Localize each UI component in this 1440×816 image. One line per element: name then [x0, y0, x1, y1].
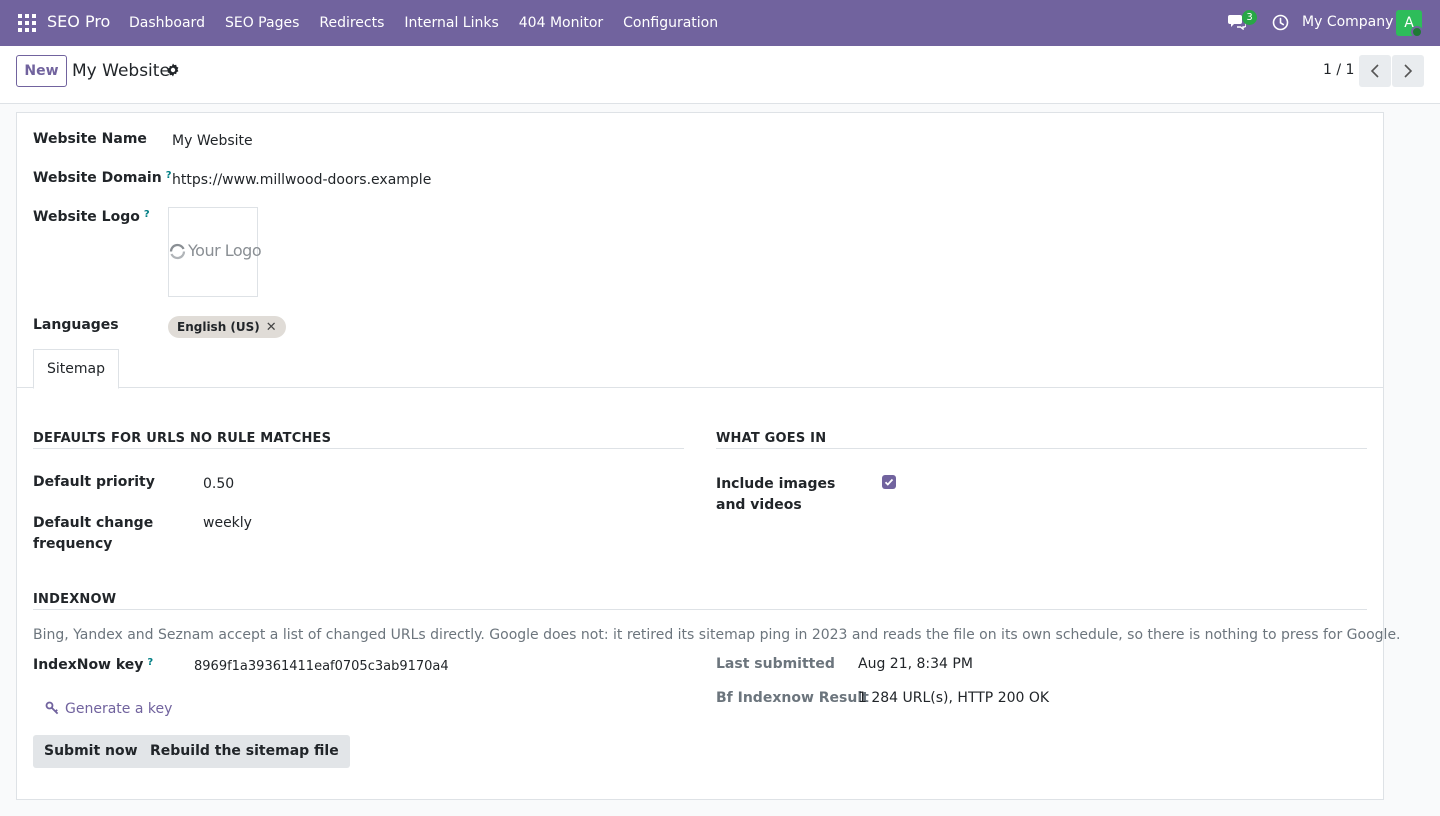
section-divider	[33, 448, 684, 449]
logo-text: Your Logo	[188, 241, 262, 260]
rebuild-sitemap-button[interactable]: Rebuild the sitemap file	[139, 735, 350, 768]
pager-counter[interactable]: 1 / 1	[1323, 62, 1354, 78]
include-media-label: Include images and videos	[716, 476, 836, 513]
language-tag-label: English (US)	[177, 320, 260, 334]
generate-key-label: Generate a key	[65, 701, 173, 717]
last-submitted-label: Last submitted	[716, 656, 835, 672]
section-divider	[716, 448, 1367, 449]
website-name-field[interactable]: My Website	[172, 133, 253, 149]
app-brand[interactable]: SEO Pro	[47, 12, 110, 31]
new-button[interactable]: New	[16, 55, 67, 87]
website-domain-label: Website Domain?	[33, 170, 172, 186]
generate-key-button[interactable]: Generate a key	[45, 701, 172, 717]
menu-internal-links[interactable]: Internal Links	[404, 15, 498, 31]
languages-label: Languages	[33, 317, 119, 333]
website-logo-label: Website Logo?	[33, 209, 150, 225]
website-domain-field[interactable]: https://www.millwood-doors.example	[172, 172, 431, 188]
help-tooltip-icon[interactable]: ?	[144, 209, 150, 220]
section-divider	[33, 609, 1367, 610]
indexnow-result-value: 1 284 URL(s), HTTP 200 OK	[858, 690, 1050, 706]
include-media-checkbox[interactable]	[882, 475, 896, 489]
pager-next-button[interactable]	[1392, 55, 1424, 87]
default-change-frequency-field[interactable]: weekly	[203, 515, 252, 531]
what-goes-in-section-title: What goes in	[716, 431, 827, 446]
chat-count-badge: 3	[1242, 10, 1257, 25]
menu-configuration[interactable]: Configuration	[623, 15, 718, 31]
menu-seo-pages[interactable]: SEO Pages	[225, 15, 299, 31]
help-tooltip-icon[interactable]: ?	[147, 657, 153, 668]
tab-sitemap[interactable]: Sitemap	[33, 349, 119, 389]
last-submitted-value: Aug 21, 8:34 PM	[858, 656, 973, 672]
record-title: My Website	[72, 61, 170, 81]
activity-clock-icon[interactable]	[1272, 14, 1289, 31]
main-menu: Dashboard SEO Pages Redirects Internal L…	[129, 0, 738, 46]
website-logo-image[interactable]: Your Logo	[168, 207, 262, 297]
checkmark-icon	[884, 478, 894, 486]
help-tooltip-icon[interactable]: ?	[166, 170, 172, 181]
tab-bar: Sitemap	[17, 349, 1383, 389]
default-priority-label: Default priority	[33, 474, 155, 490]
company-switcher[interactable]: My Company	[1302, 14, 1393, 30]
pager-previous-button[interactable]	[1359, 55, 1391, 87]
control-panel: New My Website 1 / 1	[0, 46, 1440, 104]
form-sheet: Website Name My Website Website Domain? …	[16, 112, 1401, 800]
key-icon	[45, 701, 59, 715]
indexnow-key-label: IndexNow key?	[33, 657, 154, 673]
menu-404-monitor[interactable]: 404 Monitor	[519, 15, 603, 31]
indexnow-description: Bing, Yandex and Seznam accept a list of…	[33, 627, 1401, 643]
defaults-section-title: Defaults for URLs no rule matches	[33, 431, 332, 446]
apps-grid-icon[interactable]	[18, 14, 36, 32]
chevron-right-icon	[1404, 64, 1413, 78]
default-change-frequency-label: Default change frequency	[33, 515, 154, 552]
remove-tag-icon[interactable]: ✕	[266, 320, 277, 335]
top-navbar: SEO Pro Dashboard SEO Pages Redirects In…	[0, 0, 1440, 46]
gear-icon[interactable]	[166, 63, 180, 77]
language-tag: English (US) ✕	[168, 316, 286, 338]
online-status-dot	[1411, 26, 1423, 38]
logo-mark-icon	[169, 243, 186, 260]
indexnow-section-title: IndexNow	[33, 592, 117, 607]
default-priority-field[interactable]: 0.50	[203, 476, 234, 492]
website-name-label: Website Name	[33, 131, 147, 147]
submit-now-button[interactable]: Submit now	[33, 735, 149, 768]
chevron-left-icon	[1370, 64, 1379, 78]
menu-redirects[interactable]: Redirects	[319, 15, 384, 31]
indexnow-key-field[interactable]: 8969f1a39361411eaf0705c3ab9170a4	[194, 659, 449, 674]
menu-dashboard[interactable]: Dashboard	[129, 15, 205, 31]
indexnow-result-label: Bf Indexnow Result	[716, 690, 869, 706]
